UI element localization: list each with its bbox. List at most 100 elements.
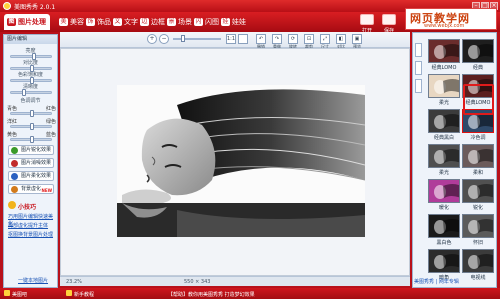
zoom-in-button[interactable]: + — [147, 34, 157, 44]
help-link[interactable]: 【帮助】教你用美图秀秀 打造梦幻效果 — [168, 291, 255, 298]
zoom-knob[interactable] — [181, 35, 185, 42]
open-icon[interactable] — [360, 14, 374, 25]
hue-label: 色调调节 — [20, 98, 41, 104]
effect-thumbnail[interactable] — [428, 144, 460, 168]
crop-icon[interactable]: ⊡ — [304, 34, 314, 44]
effect-label: 怀旧 — [472, 240, 483, 246]
rotate-icon[interactable]: ⟳ — [288, 34, 298, 44]
magenta-green-slider[interactable] — [10, 123, 52, 130]
selected-effect-highlight — [463, 84, 494, 115]
frame-icon: 边 — [140, 18, 149, 26]
edited-photo — [117, 85, 365, 237]
effect-thumbnail[interactable] — [428, 109, 460, 133]
status-bar: 23.2% 550 × 343 — [60, 276, 410, 286]
tutorial-icon — [66, 290, 72, 296]
effect-label: 柔和 — [472, 170, 483, 176]
photo-illustration — [117, 85, 365, 237]
redo-icon[interactable]: ↷ — [272, 34, 282, 44]
fit-button[interactable]: 1:1 — [226, 34, 236, 44]
effects-tab-2[interactable] — [415, 61, 422, 75]
zoom-out-button[interactable]: − — [159, 34, 169, 44]
cyan-red-slider[interactable] — [10, 110, 52, 117]
new-badge: NEW — [41, 188, 53, 193]
sharpness-slider[interactable] — [10, 89, 52, 96]
undo-icon[interactable]: ↶ — [256, 34, 266, 44]
image-edit-icon: 图 — [7, 18, 16, 26]
site-watermark: 网页教学网 www.webjx.com — [405, 8, 497, 30]
effect-thumbnail[interactable] — [462, 39, 494, 63]
tutorial-link[interactable]: 新手教程 — [74, 291, 94, 298]
saturation-slider[interactable] — [10, 77, 52, 84]
slider-knob[interactable] — [22, 89, 27, 96]
soften-icon — [11, 173, 18, 180]
tip-link-2[interactable]: 局部虚化提升主体 — [8, 222, 48, 229]
save-icon[interactable] — [382, 14, 396, 25]
effect-label: 黑白色 — [436, 240, 452, 246]
edit-panel-header: 图片编辑 — [4, 35, 57, 44]
slider-knob[interactable] — [30, 136, 34, 143]
effect-label: 锐化 — [472, 205, 483, 211]
effect-thumbnail[interactable] — [462, 144, 494, 168]
sharpen-icon — [11, 147, 18, 154]
actual-size-button[interactable] — [238, 34, 248, 44]
edit-panel: 图片编辑 亮度 对比度 色彩饱和度 清晰度 色调调节 青色 红色 洋红 绿色 黄色蓝… — [3, 34, 58, 288]
effect-thumbnail[interactable] — [428, 214, 460, 238]
effect-thumbnail[interactable] — [428, 74, 460, 98]
resize-icon[interactable]: ⤢ — [320, 34, 330, 44]
image-dimensions: 550 × 343 — [184, 279, 211, 285]
beauty-icon: 美 — [59, 18, 68, 26]
canvas-toolbar: + − 1:1 ↶ 撤销 ↷ 重做 ⟳ 旋转 ⊡ 裁剪 ⤢ 尺寸 ◧ 对比 ▣ … — [60, 32, 410, 49]
meitu-bar-link[interactable]: 美图吧 — [12, 291, 27, 298]
text-icon: 文 — [113, 18, 122, 26]
effect-thumbnail[interactable] — [428, 179, 460, 203]
effects-tab-1[interactable] — [415, 43, 422, 57]
bottom-bar: 美图吧 新手教程 【帮助】教你用美图秀秀 打造梦幻效果 — [0, 288, 500, 299]
tab-image-processing[interactable]: 图图片处理 — [4, 14, 50, 30]
yellow-blue-slider[interactable] — [10, 136, 52, 143]
meitu-bar-icon — [4, 290, 10, 296]
denoise-effect-button[interactable]: 图片消噪效果 — [8, 158, 54, 168]
slider-knob[interactable] — [30, 110, 34, 117]
effect-label: 柔光 — [438, 100, 449, 106]
brightness-label: 亮度 — [25, 48, 36, 54]
app-logo-icon — [3, 2, 11, 10]
preview-icon[interactable]: ▣ — [352, 34, 362, 44]
window-title: 美图秀秀 2.0.1 — [14, 4, 56, 11]
denoise-icon — [11, 160, 18, 167]
background-blur-button[interactable]: 背景虚化 NEW — [8, 184, 54, 194]
effects-footer-link[interactable]: 美图秀秀 | 网年专辑 — [414, 278, 496, 285]
effect-label: 经典黑白 — [433, 135, 454, 141]
scene-icon: 景 — [167, 18, 176, 26]
decoration-icon: 饰 — [86, 18, 95, 26]
sharpness-label: 清晰度 — [22, 84, 38, 90]
effect-label: 冷色调 — [470, 135, 486, 141]
doll-icon: 娃 — [221, 18, 230, 26]
flash-icon: 闪 — [194, 18, 203, 26]
local-image-link[interactable]: 一键本地图片 — [18, 277, 48, 284]
effect-label: 柔光 — [438, 170, 449, 176]
tip-link-3[interactable]: 抠图换背景图片处理 — [8, 231, 53, 238]
tab-doll[interactable]: 娃娃娃 — [218, 14, 250, 30]
image-canvas[interactable] — [60, 48, 410, 276]
sharpen-effect-button[interactable]: 图片锐化效果 — [8, 145, 54, 155]
effects-panel: 经典LOMO 经典 柔光 经典LOMO 经典黑白 冷色调 柔光 柔和 暖化 锐化 黑白色 怀旧 暗角 电视… — [412, 32, 497, 288]
effect-label: 经典LOMO — [431, 65, 457, 71]
compare-icon[interactable]: ◧ — [336, 34, 346, 44]
brightness-slider[interactable] — [10, 53, 52, 60]
contrast-slider[interactable] — [10, 65, 52, 72]
zoom-slider[interactable] — [173, 35, 221, 42]
effect-thumbnail[interactable] — [428, 39, 460, 63]
soften-effect-button[interactable]: 图片柔化效果 — [8, 171, 54, 181]
zoom-percent: 23.2% — [66, 279, 82, 285]
effects-tab-3[interactable] — [415, 79, 422, 93]
watermark-url: www.webjx.com — [424, 23, 465, 29]
tip-bulb-icon — [8, 201, 16, 209]
blur-icon — [11, 186, 18, 193]
effect-thumbnail[interactable] — [462, 249, 494, 273]
slider-knob[interactable] — [30, 123, 34, 130]
effect-thumbnail[interactable] — [462, 179, 494, 203]
effect-label: 经典 — [472, 65, 483, 71]
tips-title: 小技巧 — [18, 204, 37, 211]
effect-thumbnail[interactable] — [428, 249, 460, 273]
effect-thumbnail[interactable] — [462, 214, 494, 238]
